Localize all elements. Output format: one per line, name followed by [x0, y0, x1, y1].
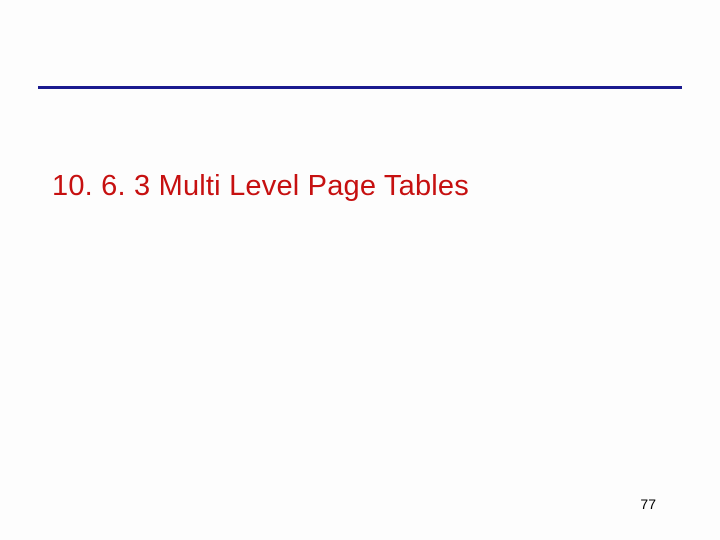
section-heading: 10. 6. 3 Multi Level Page Tables — [52, 170, 469, 203]
page-number: 77 — [640, 496, 656, 512]
divider-line — [38, 86, 682, 89]
